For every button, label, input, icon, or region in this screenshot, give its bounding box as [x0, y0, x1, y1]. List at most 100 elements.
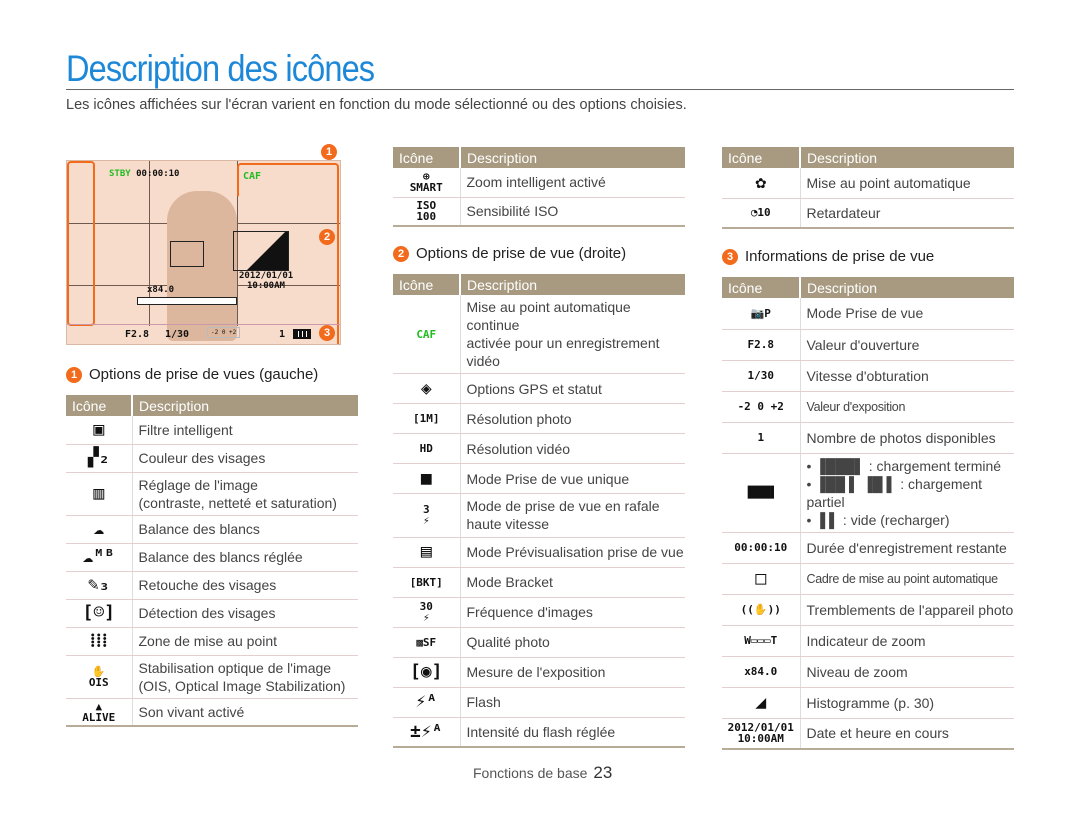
aperture-value: F2.8 [125, 329, 150, 340]
right-options-table: Icône Description CAF Mise au point automat… [393, 274, 685, 748]
description: Qualité photo [466, 634, 550, 650]
table-row: 00:00:10 Durée d'enregistrement restante [722, 532, 1014, 564]
exposure-scale: -2 0 +2 [207, 327, 241, 338]
table-header: Icône Description [393, 274, 685, 295]
battery-state: • ▐███▌ : chargement terminé [806, 457, 1002, 474]
table-row: ☁ Balance des blancs [66, 515, 358, 544]
description: Balance des blancs [138, 521, 260, 537]
section-left-options: 1 Options de prise de vues (gauche) [66, 366, 358, 383]
battery-icon: ▐███▌ [744, 486, 778, 499]
date-time-icon: 2012/01/01 10:00AM [727, 721, 794, 746]
table-row: ▩SF Qualité photo [393, 627, 685, 658]
table-row: ⚡ᴬ Flash [393, 687, 685, 718]
metering-icon: [◉] [409, 661, 443, 682]
focus-area-icon: ⁞⁞⁞ [89, 630, 108, 651]
footer: Fonctions de base 23 [473, 763, 613, 782]
exposure-icon: -2 0 +2 [737, 400, 784, 413]
date-display: 2012/01/01 [239, 271, 294, 281]
description: Date et heure en cours [806, 725, 949, 742]
standby-label: STBY [109, 169, 131, 179]
table-row: [☺] Détection des visages [66, 599, 358, 628]
flash-intensity-icon: ±⚡ᴬ [409, 720, 443, 742]
table-row: 2012/01/01 10:00AM Date et heure en cours [722, 718, 1014, 750]
mid-top-table: Icône Description ⊕ SMART Zoom intelligent … [393, 147, 685, 227]
description: Mode Prise de vue [806, 305, 924, 322]
clock-display: 10:00AM [247, 281, 285, 291]
table-row: [◉] Mesure de l'exposition [393, 657, 685, 688]
description: Retardateur [806, 204, 881, 221]
description: Détection des visages [138, 605, 276, 621]
badge-1: 1 [321, 144, 337, 160]
description: Balance des blancs réglée [138, 549, 303, 565]
description: Zoom intelligent activé [466, 174, 606, 191]
face-retouch-icon: ✎₃ [87, 574, 110, 595]
battery-state: • ▐ ▌ : vide (recharger) [806, 511, 950, 528]
page-title: Description des icônes [66, 48, 375, 89]
description: Options GPS et statut [466, 380, 602, 397]
left-options-table: Icône Description ▣ Filtre intelligent ▞₂ Cou… [66, 395, 358, 727]
shutter-icon: 1/30 [747, 369, 775, 382]
table-header: Icône Description [722, 277, 1014, 298]
ois-icon: ✋ OIS [88, 664, 109, 689]
table-row: ▥ Réglage de l'image (contraste, netteté … [66, 472, 358, 516]
description: Flash [466, 694, 501, 710]
section-right-options: 2 Options de prise de vue (droite) [393, 245, 685, 262]
badge-2: 2 [319, 229, 335, 245]
table-row: □ Cadre de mise au point automatique [722, 563, 1014, 595]
table-row: -2 0 +2 Valeur d'exposition [722, 391, 1014, 423]
description: Son vivant activé [138, 703, 245, 720]
iso-icon: ISO 100 [416, 199, 437, 224]
intro-text: Les icônes affichées sur l'écran varient… [66, 97, 687, 113]
recording-time-icon: 00:00:10 [734, 541, 788, 554]
table-row: ⁞⁞⁞ Zone de mise au point [66, 627, 358, 656]
description: Mode Prise de vue unique [466, 470, 630, 487]
description: Mise au point automatique continue activ… [466, 299, 660, 369]
caf-icon: CAF [416, 327, 437, 341]
table-header: Icône Description [722, 147, 1014, 168]
table-row: ✎₃ Retouche des visages [66, 571, 358, 600]
zoom-bar [137, 297, 237, 305]
table-row: ▤ Mode Prévisualisation prise de vue [393, 537, 685, 568]
live-sound-icon: ▲ ALIVE [82, 699, 116, 724]
burst-icon: 3 ⚡ [422, 503, 430, 528]
table-row: x84.0 Niveau de zoom [722, 656, 1014, 688]
badge-3: 3 [319, 325, 335, 341]
table-row: ▐███▌ • ▐███▌ : chargement terminé • ▐██ ▌… [722, 453, 1014, 533]
page-number: 23 [593, 763, 613, 782]
description: Stabilisation optique de l'image (OIS, O… [138, 659, 346, 694]
description: Tremblements de l'appareil photo [806, 601, 1014, 618]
video-resolution-icon: HD [419, 442, 433, 455]
zoom-bar-icon: W▭▭▭T [744, 634, 778, 647]
photo-resolution-icon: [1M] [413, 412, 440, 425]
description: Valeur d'ouverture [806, 336, 920, 353]
white-balance-icon: ☁ [93, 518, 105, 539]
image-adjust-icon: ▥ [93, 482, 105, 504]
table-row: ⊕ SMART Zoom intelligent activé [393, 168, 685, 198]
table-header: Icône Description [66, 395, 358, 416]
description: Indicateur de zoom [806, 632, 926, 649]
table-header: Icône Description [393, 147, 685, 168]
description: Vitesse d'obturation [806, 367, 929, 384]
table-row: ▣ Filtre intelligent [66, 416, 358, 445]
table-row: HD Résolution vidéo [393, 433, 685, 464]
recording-time: 00:00:10 [136, 169, 180, 179]
table-row: 📷P Mode Prise de vue [722, 298, 1014, 330]
table-row: ◈ Options GPS et statut [393, 373, 685, 404]
description: Mode Prévisualisation prise de vue [466, 544, 684, 560]
description: Valeur d'exposition [806, 400, 906, 414]
af-frame [170, 241, 204, 267]
description: Cadre de mise au point automatique [806, 572, 999, 586]
description: Durée d'enregistrement restante [806, 539, 1007, 556]
table-row: ±⚡ᴬ Intensité du flash réglée [393, 717, 685, 748]
section-shooting-info: 3 Informations de prise de vue [722, 248, 1014, 265]
smart-zoom-icon: ⊕ SMART [409, 170, 443, 195]
table-row: ▲ ALIVE Son vivant activé [66, 698, 358, 727]
macro-af-icon: ✿ [755, 171, 767, 193]
description: Mode Bracket [466, 574, 553, 590]
frame-rate-icon: 30 ⚡ [419, 600, 433, 624]
table-row: ✋ OIS Stabilisation optique de l'image (O… [66, 655, 358, 699]
shooting-info-table: Icône Description 📷P Mode Prise de vue F2.8 V… [722, 277, 1014, 750]
description: Mesure de l'exposition [466, 664, 606, 680]
description: Résolution vidéo [466, 440, 571, 457]
table-row: CAF Mise au point automatique continue ac… [393, 295, 685, 374]
